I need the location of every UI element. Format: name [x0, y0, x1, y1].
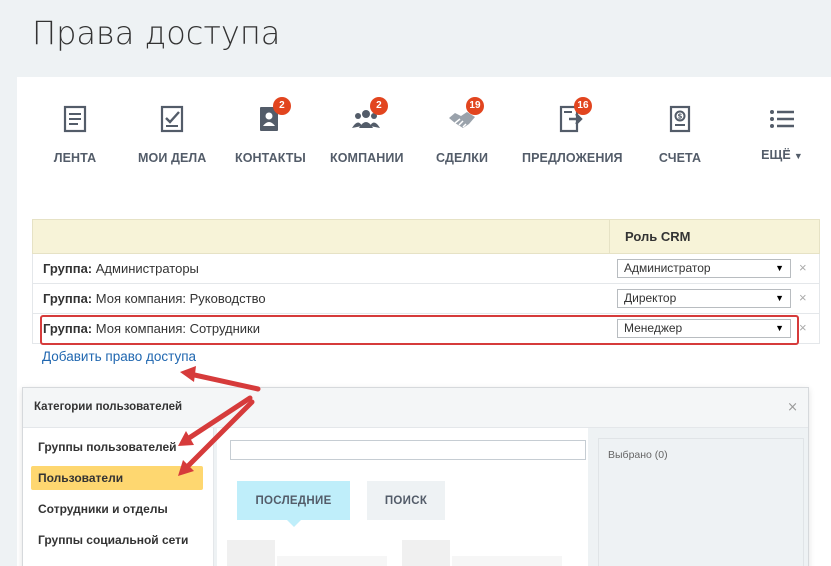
search-input[interactable] [230, 440, 586, 460]
role-select[interactable]: Директор ▼ [617, 289, 791, 308]
tab-search[interactable]: ПОИСК [367, 481, 445, 520]
toolbar-item-contacts[interactable]: 2 КОНТАКТЫ [235, 97, 306, 165]
role-crm-header: Роль CRM [625, 229, 691, 244]
toolbar-label: КОНТАКТЫ [235, 151, 306, 165]
badge-companies: 2 [370, 97, 388, 115]
toolbar-item-more[interactable]: ЕЩЁ ▼ [757, 101, 807, 162]
contacts-icon: 2 [249, 97, 291, 137]
category-user-groups[interactable]: Группы пользователей [31, 435, 203, 459]
dialog-title: Категории пользователей [34, 401, 183, 413]
toolbar-item-invoices[interactable]: $ СЧЕТА [657, 101, 703, 165]
category-list: Группы пользователей Пользователи Сотруд… [23, 428, 211, 566]
group-cell: Группа: Администраторы [43, 261, 199, 276]
more-icon [762, 101, 802, 137]
role-select[interactable]: Менеджер ▼ [617, 319, 791, 338]
table-row: Группа: Моя компания: Руководство Директ… [32, 284, 820, 314]
selector-main: ПОСЛЕДНИЕ ПОИСК [217, 428, 588, 566]
remove-icon[interactable]: × [799, 260, 807, 275]
role-select[interactable]: Администратор ▼ [617, 259, 791, 278]
dropdown-arrow-icon: ▼ [775, 263, 784, 273]
tasks-icon [152, 101, 192, 137]
invoices-icon: $ [660, 101, 700, 137]
svg-text:$: $ [678, 113, 683, 121]
tab-recent[interactable]: ПОСЛЕДНИЕ [237, 481, 350, 527]
dialog-header: Категории пользователей × [23, 388, 808, 428]
selected-panel: Выбрано (0) [598, 438, 804, 566]
deals-icon: 19 [442, 97, 484, 137]
table-row: Группа: Администраторы Администратор ▼ × [32, 254, 820, 284]
user-categories-dialog: Категории пользователей × Группы пользов… [22, 387, 809, 566]
toolbar-item-feed[interactable]: ЛЕНТА [53, 101, 97, 165]
category-users[interactable]: Пользователи [31, 466, 203, 490]
selected-count: Выбрано (0) [608, 449, 668, 461]
toolbar-label: СДЕЛКИ [436, 151, 489, 165]
close-icon[interactable]: × [787, 400, 798, 415]
toolbar-item-tasks[interactable]: МОИ ДЕЛА [138, 101, 206, 165]
toolbar-item-deals[interactable]: 19 СДЕЛКИ [436, 97, 489, 165]
toolbar-label: МОИ ДЕЛА [138, 151, 207, 165]
toolbar-item-quotes[interactable]: 16 ПРЕДЛОЖЕНИЯ [522, 97, 623, 165]
remove-icon[interactable]: × [799, 320, 807, 335]
add-access-right-link[interactable]: Добавить право доступа [42, 349, 196, 364]
group-cell: Группа: Моя компания: Руководство [43, 291, 266, 306]
avatar-placeholder [227, 540, 275, 566]
quotes-icon: 16 [550, 97, 592, 137]
toolbar-label: СЧЕТА [658, 151, 702, 165]
group-cell: Группа: Моя компания: Сотрудники [43, 321, 261, 336]
crm-toolbar: ЛЕНТА МОИ ДЕЛА 2 КОНТАКТЫ 2 КОМПАНИИ 19 … [17, 77, 831, 197]
category-social-groups[interactable]: Группы социальной сети [31, 528, 203, 552]
dropdown-arrow-icon: ▼ [775, 323, 784, 333]
toolbar-label: КОМПАНИИ [330, 151, 404, 165]
chevron-down-icon: ▼ [793, 151, 803, 161]
badge-deals: 19 [466, 97, 484, 115]
page-title: Права доступа [32, 14, 281, 52]
access-rights-table: Роль CRM Группа: Администраторы Админист… [32, 219, 820, 345]
badge-contacts: 2 [273, 97, 291, 115]
dropdown-arrow-icon: ▼ [775, 293, 784, 303]
badge-quotes: 16 [574, 97, 592, 115]
toolbar-item-companies[interactable]: 2 КОМПАНИИ [330, 97, 404, 165]
table-header: Роль CRM [32, 219, 820, 254]
toolbar-label: ЛЕНТА [53, 151, 97, 165]
table-row: Группа: Моя компания: Сотрудники Менедже… [32, 314, 820, 345]
category-employees-departments[interactable]: Сотрудники и отделы [31, 497, 203, 521]
crm-panel: ЛЕНТА МОИ ДЕЛА 2 КОНТАКТЫ 2 КОМПАНИИ 19 … [17, 77, 831, 566]
remove-icon[interactable]: × [799, 290, 807, 305]
user-placeholder [277, 556, 387, 566]
selector-content: ПОСЛЕДНИЕ ПОИСК Выбрано (0) [213, 428, 808, 566]
companies-icon: 2 [346, 97, 388, 137]
toolbar-label: ЕЩЁ ▼ [761, 148, 803, 162]
toolbar-label: ПРЕДЛОЖЕНИЯ [522, 151, 623, 165]
user-placeholder [452, 556, 562, 566]
feed-icon [55, 101, 95, 137]
avatar-placeholder [402, 540, 450, 566]
